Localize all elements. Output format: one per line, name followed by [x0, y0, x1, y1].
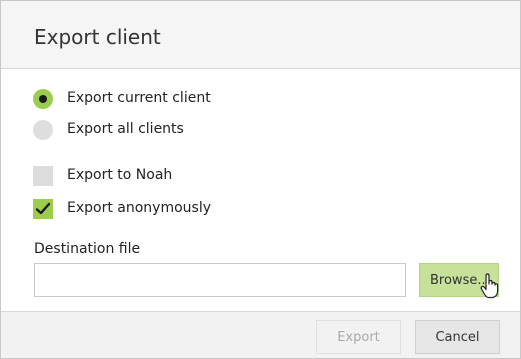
export-current-client-radio[interactable] — [33, 89, 53, 109]
export-to-noah-checkbox[interactable] — [33, 166, 53, 186]
checkmark-icon — [35, 202, 51, 215]
export-client-dialog: Export client Export current client Expo… — [0, 0, 521, 359]
dialog-title: Export client — [34, 25, 161, 49]
destination-file-label: Destination file — [34, 241, 141, 257]
export-button[interactable]: Export — [316, 320, 401, 354]
cancel-button[interactable]: Cancel — [415, 320, 500, 354]
cancel-button-label: Cancel — [435, 329, 480, 345]
export-all-clients-radio[interactable] — [33, 120, 53, 140]
export-anonymously-checkbox[interactable] — [33, 199, 53, 219]
dialog-header: Export client — [1, 1, 520, 69]
export-anonymously-label: Export anonymously — [67, 200, 211, 216]
export-current-client-label: Export current client — [67, 90, 211, 106]
hand-cursor-icon — [480, 273, 499, 299]
export-button-label: Export — [337, 329, 380, 345]
destination-file-input[interactable] — [34, 263, 406, 297]
export-to-noah-label: Export to Noah — [67, 167, 173, 183]
export-all-clients-label: Export all clients — [67, 121, 184, 137]
